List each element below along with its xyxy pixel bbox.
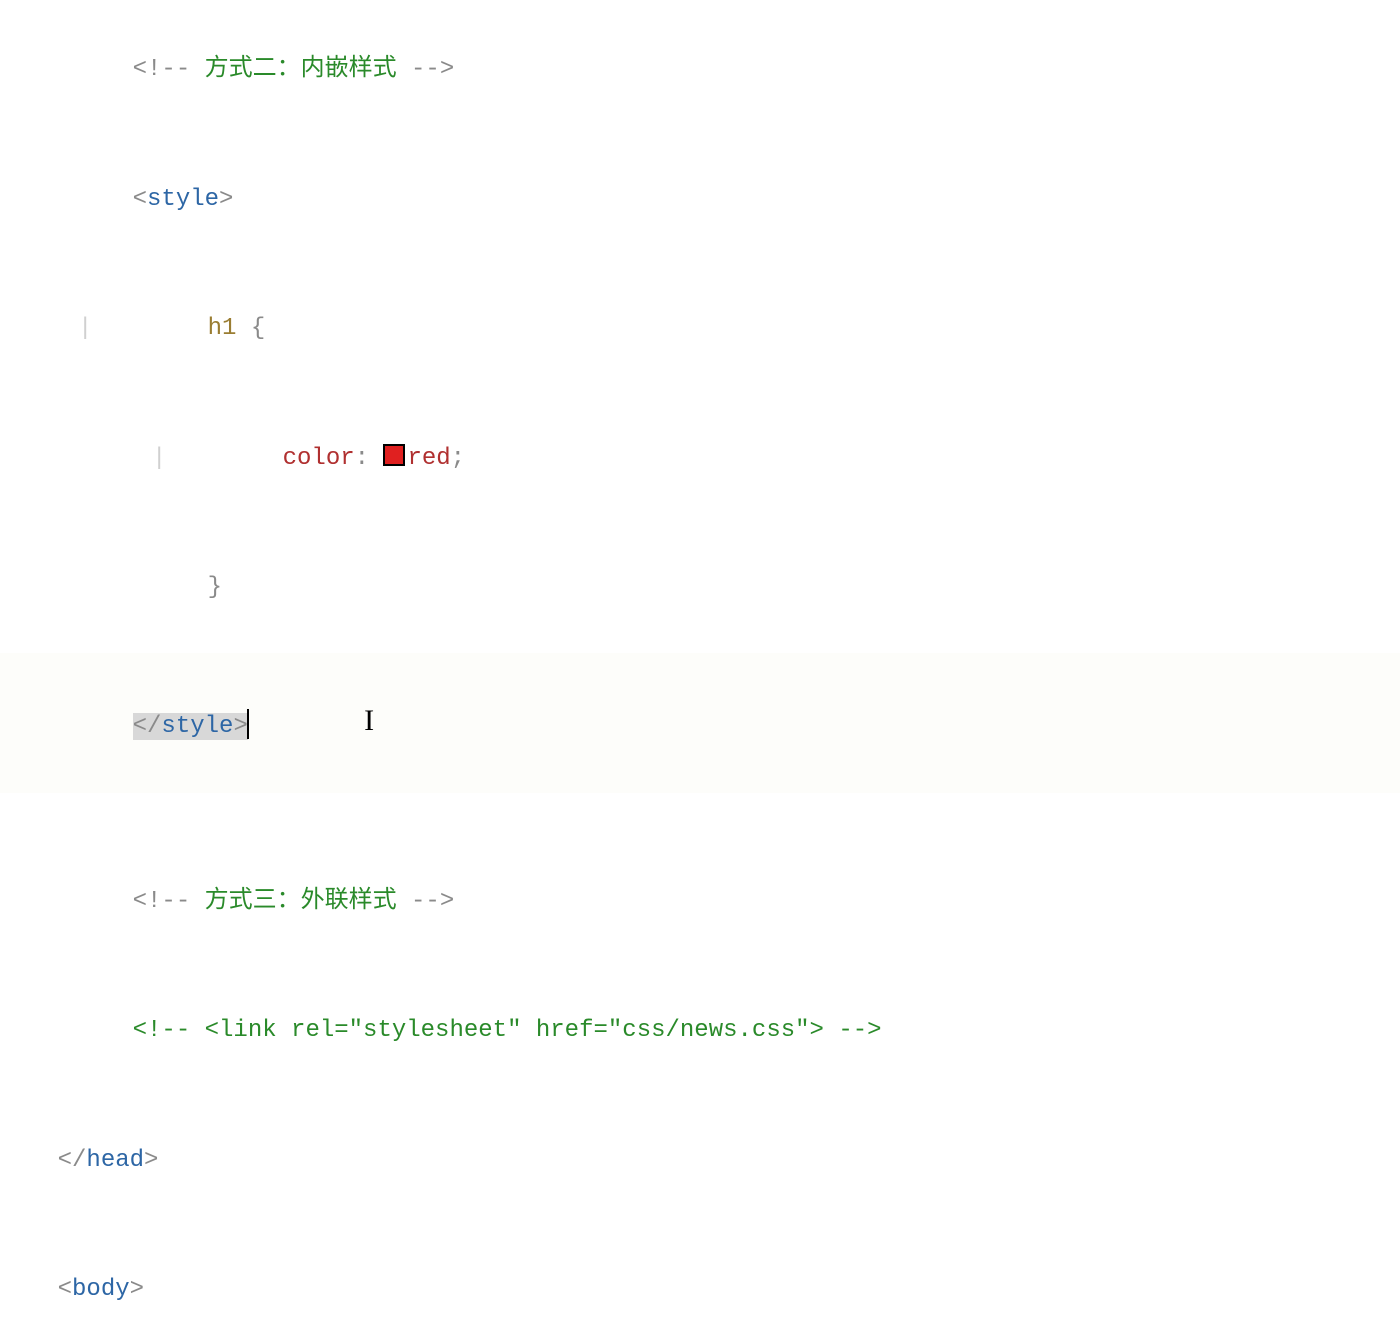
indent-guide: |	[152, 437, 166, 480]
code-line[interactable]: </head>	[0, 1096, 1400, 1226]
angle-close: >	[144, 1147, 158, 1174]
code-line[interactable]: }	[0, 523, 1400, 653]
code-editor[interactable]: <!-- 方式二：内嵌样式 --> <style> |h1 { |color: …	[0, 0, 1400, 1320]
color-swatch-icon	[383, 444, 405, 466]
angle-open: <	[133, 186, 147, 213]
angle-open: </	[58, 1147, 87, 1174]
angle-close: >	[219, 186, 233, 213]
code-line[interactable]: <!-- 方式三：外联样式 -->	[0, 836, 1400, 966]
tag-name: style	[147, 186, 219, 213]
code-line-blank[interactable]	[0, 793, 1400, 836]
code-line[interactable]: | color: red;	[0, 394, 1400, 524]
comment-open: <!--	[133, 56, 191, 83]
indent-guide: |	[78, 307, 92, 350]
comment-open: <!--	[133, 888, 191, 915]
colon: :	[355, 445, 384, 472]
angle-close: >	[130, 1276, 144, 1303]
brace-open: {	[236, 315, 265, 342]
comment-close: -->	[411, 56, 454, 83]
tag-selection: </style>	[133, 713, 248, 740]
code-line[interactable]: <style>	[0, 135, 1400, 265]
code-line[interactable]: <!-- 方式二：内嵌样式 -->	[0, 5, 1400, 135]
css-selector: h1	[208, 315, 237, 342]
comment-text: 方式三：外联样式	[190, 888, 411, 915]
css-property: color	[283, 445, 355, 472]
commented-code: <!-- <link rel="stylesheet" href="css/ne…	[133, 1017, 882, 1044]
code-line[interactable]: <!-- <link rel="stylesheet" href="css/ne…	[0, 966, 1400, 1096]
css-value: red	[407, 445, 450, 472]
comment-close: -->	[411, 888, 454, 915]
comment-text: 方式二：内嵌样式	[190, 56, 411, 83]
text-cursor-icon: I	[364, 704, 374, 737]
angle-open: <	[58, 1276, 72, 1303]
code-line-current[interactable]: </style> I	[0, 653, 1400, 793]
code-line[interactable]: | h1 {	[0, 264, 1400, 394]
tag-name: body	[72, 1276, 130, 1303]
code-line[interactable]: <body>	[0, 1225, 1400, 1320]
tag-name: head	[86, 1147, 144, 1174]
semicolon: ;	[451, 445, 465, 472]
cursor-icon	[247, 709, 249, 739]
brace-close: }	[208, 574, 222, 601]
